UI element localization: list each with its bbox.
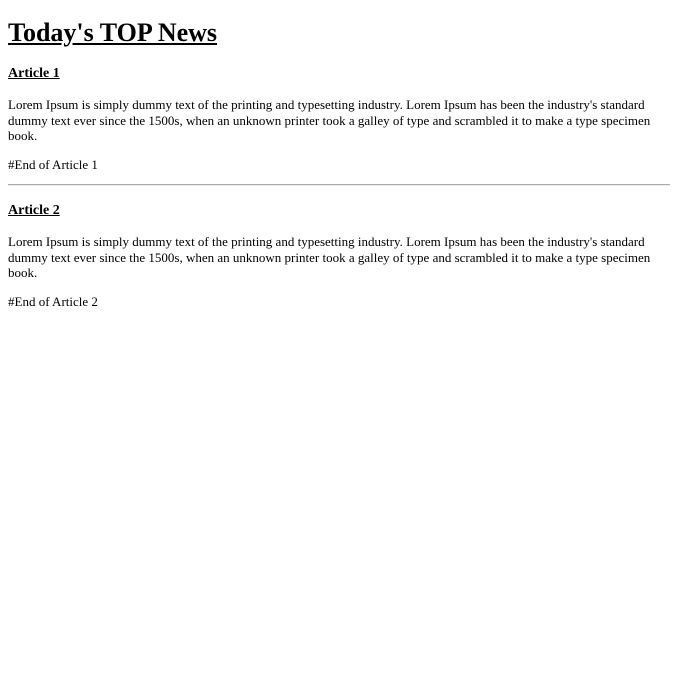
article-title: Article 1 (8, 66, 60, 81)
article-2: Article 2 Lorem Ipsum is simply dummy te… (8, 202, 669, 309)
article-end-marker: #End of Article 2 (8, 293, 98, 309)
article-body: Lorem Ipsum is simply dummy text of the … (8, 234, 651, 280)
article-title: Article 2 (8, 203, 60, 218)
article-1: Article 1 Lorem Ipsum is simply dummy te… (8, 65, 669, 172)
page-title: Today's TOP News (8, 18, 218, 47)
article-end-marker: #End of Article 1 (8, 156, 98, 172)
article-body: Lorem Ipsum is simply dummy text of the … (8, 97, 651, 143)
article-divider (8, 184, 670, 186)
